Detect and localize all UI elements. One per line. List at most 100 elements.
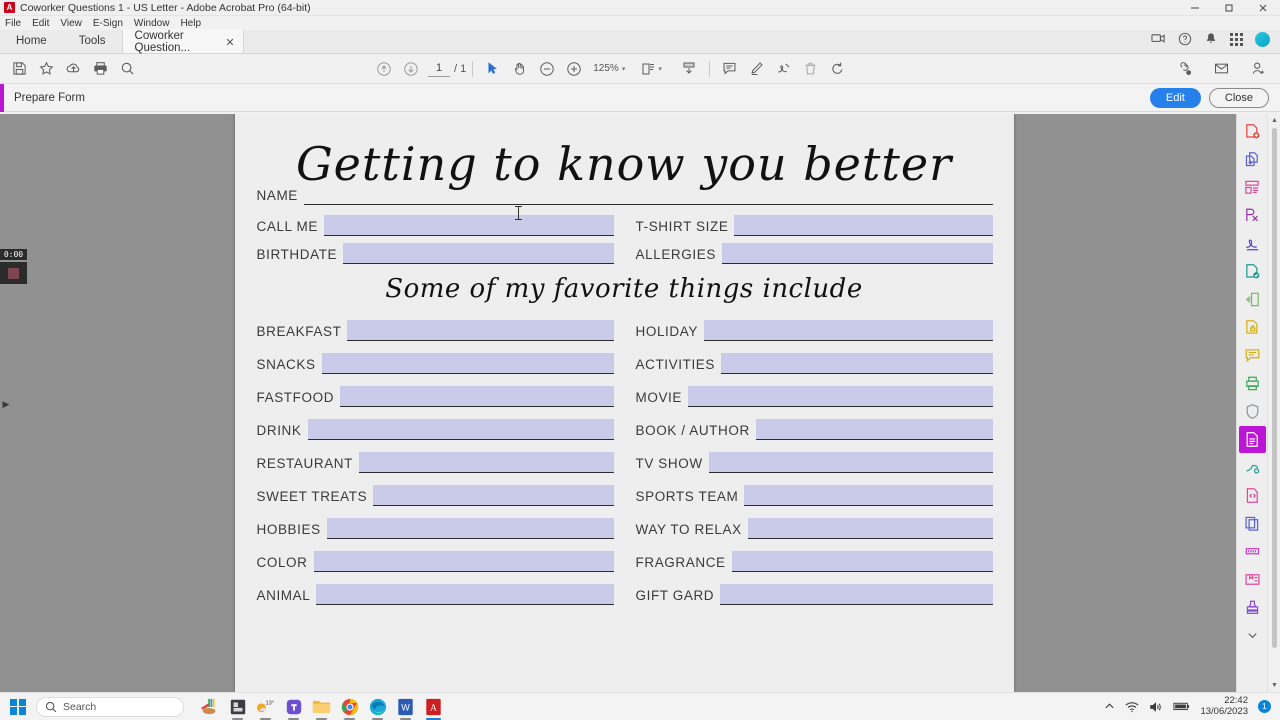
form-field-t-shirt-size[interactable] [734, 214, 993, 236]
comment-tool-icon[interactable] [1239, 342, 1266, 369]
signature-icon[interactable] [770, 57, 797, 81]
share-screen-icon[interactable] [1151, 32, 1166, 47]
acrobat-app-icon[interactable]: A [423, 696, 444, 720]
upload-cloud-icon[interactable] [60, 57, 87, 81]
volume-icon[interactable] [1149, 701, 1163, 713]
print-icon[interactable] [87, 57, 114, 81]
form-field-snacks[interactable] [321, 352, 614, 374]
compare-files-icon[interactable] [1239, 510, 1266, 537]
file-explorer-dark-icon[interactable] [227, 696, 248, 720]
battery-icon[interactable] [1173, 701, 1190, 712]
notification-badge[interactable]: 1 [1258, 700, 1271, 713]
export-pdf-icon[interactable] [1239, 258, 1266, 285]
edit-button[interactable]: Edit [1149, 87, 1201, 108]
scan-and-ocr-icon[interactable] [1239, 370, 1266, 397]
delete-icon[interactable] [797, 57, 824, 81]
hand-tool-icon[interactable] [506, 57, 533, 81]
scrollbar-thumb[interactable] [1272, 128, 1277, 648]
app-grid-icon[interactable] [1230, 32, 1243, 46]
rich-media-icon[interactable] [1239, 482, 1266, 509]
menu-item-window[interactable]: Window [134, 18, 170, 29]
help-icon[interactable] [1178, 32, 1192, 46]
stamp-icon[interactable] [1239, 594, 1266, 621]
menu-item-edit[interactable]: Edit [32, 18, 49, 29]
weather-widget-icon[interactable]: 13° [255, 696, 276, 720]
menu-item-file[interactable]: File [5, 18, 21, 29]
form-field-gift-gard[interactable] [720, 583, 993, 605]
avatar[interactable] [1255, 31, 1270, 47]
form-field-way-to-relax[interactable] [747, 517, 993, 539]
page-fit-chevron-icon[interactable]: ▾ [658, 65, 662, 73]
maximize-button[interactable] [1212, 0, 1246, 16]
share-link-icon[interactable] [1171, 57, 1198, 81]
bookmark-page-icon[interactable] [1239, 566, 1266, 593]
form-field-activities[interactable] [721, 352, 993, 374]
undo-rotate-icon[interactable] [824, 57, 851, 81]
previous-page-icon[interactable] [370, 57, 397, 81]
taskbar-clock[interactable]: 22:42 13/06/2023 [1200, 695, 1248, 718]
close-button[interactable]: Close [1208, 87, 1269, 108]
comment-icon[interactable] [716, 57, 743, 81]
expand-navigation-pane-icon[interactable]: ▶ [2, 397, 10, 411]
edit-pdf-icon[interactable] [1239, 202, 1266, 229]
compress-pdf-icon[interactable] [1239, 286, 1266, 313]
prepare-form-tool-icon[interactable] [1238, 426, 1266, 453]
zoom-in-icon[interactable] [560, 57, 587, 81]
teams-app-icon[interactable] [283, 696, 304, 720]
file-explorer-icon[interactable] [311, 696, 332, 720]
more-tools-chevron-icon[interactable] [1239, 622, 1266, 649]
scroll-down-icon[interactable]: ▼ [1268, 679, 1280, 692]
form-field-restaurant[interactable] [359, 451, 614, 473]
form-field-tv-show[interactable] [708, 451, 993, 473]
notifications-bell-icon[interactable] [1204, 32, 1218, 46]
close-icon[interactable]: ✕ [225, 36, 234, 49]
form-field-movie[interactable] [688, 385, 993, 407]
taskbar-search-box[interactable]: Search [36, 696, 184, 717]
vertical-scrollbar[interactable]: ▲ ▼ [1267, 114, 1280, 692]
wifi-icon[interactable] [1125, 701, 1139, 713]
form-field-sweet-treats[interactable] [373, 484, 614, 506]
form-field-name[interactable] [303, 185, 993, 205]
create-pdf-icon[interactable] [1239, 118, 1266, 145]
form-field-animal[interactable] [316, 583, 614, 605]
form-field-color[interactable] [313, 550, 614, 572]
menu-item-view[interactable]: View [60, 18, 82, 29]
close-window-button[interactable] [1246, 0, 1280, 16]
accessibility-icon[interactable] [1239, 538, 1266, 565]
zoom-level-dropdown[interactable]: 125% ▾ [593, 63, 625, 74]
form-field-fastfood[interactable] [340, 385, 614, 407]
document-canvas[interactable]: Getting to know you better NAME CALL ME … [12, 114, 1236, 692]
page-number-input[interactable] [428, 60, 450, 77]
form-field-drink[interactable] [307, 418, 614, 440]
fill-and-sign-icon[interactable] [1239, 230, 1266, 257]
form-field-call-me[interactable] [323, 214, 614, 236]
save-icon[interactable] [6, 57, 33, 81]
edge-app-icon[interactable] [367, 696, 388, 720]
add-user-icon[interactable] [1245, 57, 1272, 81]
zoom-out-icon[interactable] [533, 57, 560, 81]
form-field-allergies[interactable] [721, 242, 993, 264]
measure-icon[interactable] [1239, 454, 1266, 481]
menu-item-esign[interactable]: E-Sign [93, 18, 123, 29]
email-icon[interactable] [1208, 57, 1235, 81]
stop-recording-button[interactable] [0, 262, 27, 284]
combine-files-icon[interactable] [1239, 146, 1266, 173]
protect-pdf-icon[interactable] [1239, 314, 1266, 341]
redact-icon[interactable] [1239, 398, 1266, 425]
tab-tools[interactable]: Tools [63, 29, 122, 53]
pdf-page[interactable]: Getting to know you better NAME CALL ME … [234, 114, 1014, 692]
form-field-breakfast[interactable] [347, 319, 614, 341]
form-field-hobbies[interactable] [326, 517, 614, 539]
form-field-book-author[interactable] [755, 418, 993, 440]
next-page-icon[interactable] [397, 57, 424, 81]
word-app-icon[interactable]: W [395, 696, 416, 720]
paint-app-icon[interactable] [199, 696, 220, 717]
screen-recorder-widget[interactable]: 0:00 [0, 249, 27, 284]
highlight-icon[interactable] [743, 57, 770, 81]
menu-item-help[interactable]: Help [180, 18, 201, 29]
form-field-birthdate[interactable] [343, 242, 614, 264]
organize-pages-icon[interactable] [1239, 174, 1266, 201]
minimize-button[interactable] [1178, 0, 1212, 16]
scroll-mode-icon[interactable] [676, 57, 703, 81]
scroll-up-icon[interactable]: ▲ [1268, 114, 1280, 127]
